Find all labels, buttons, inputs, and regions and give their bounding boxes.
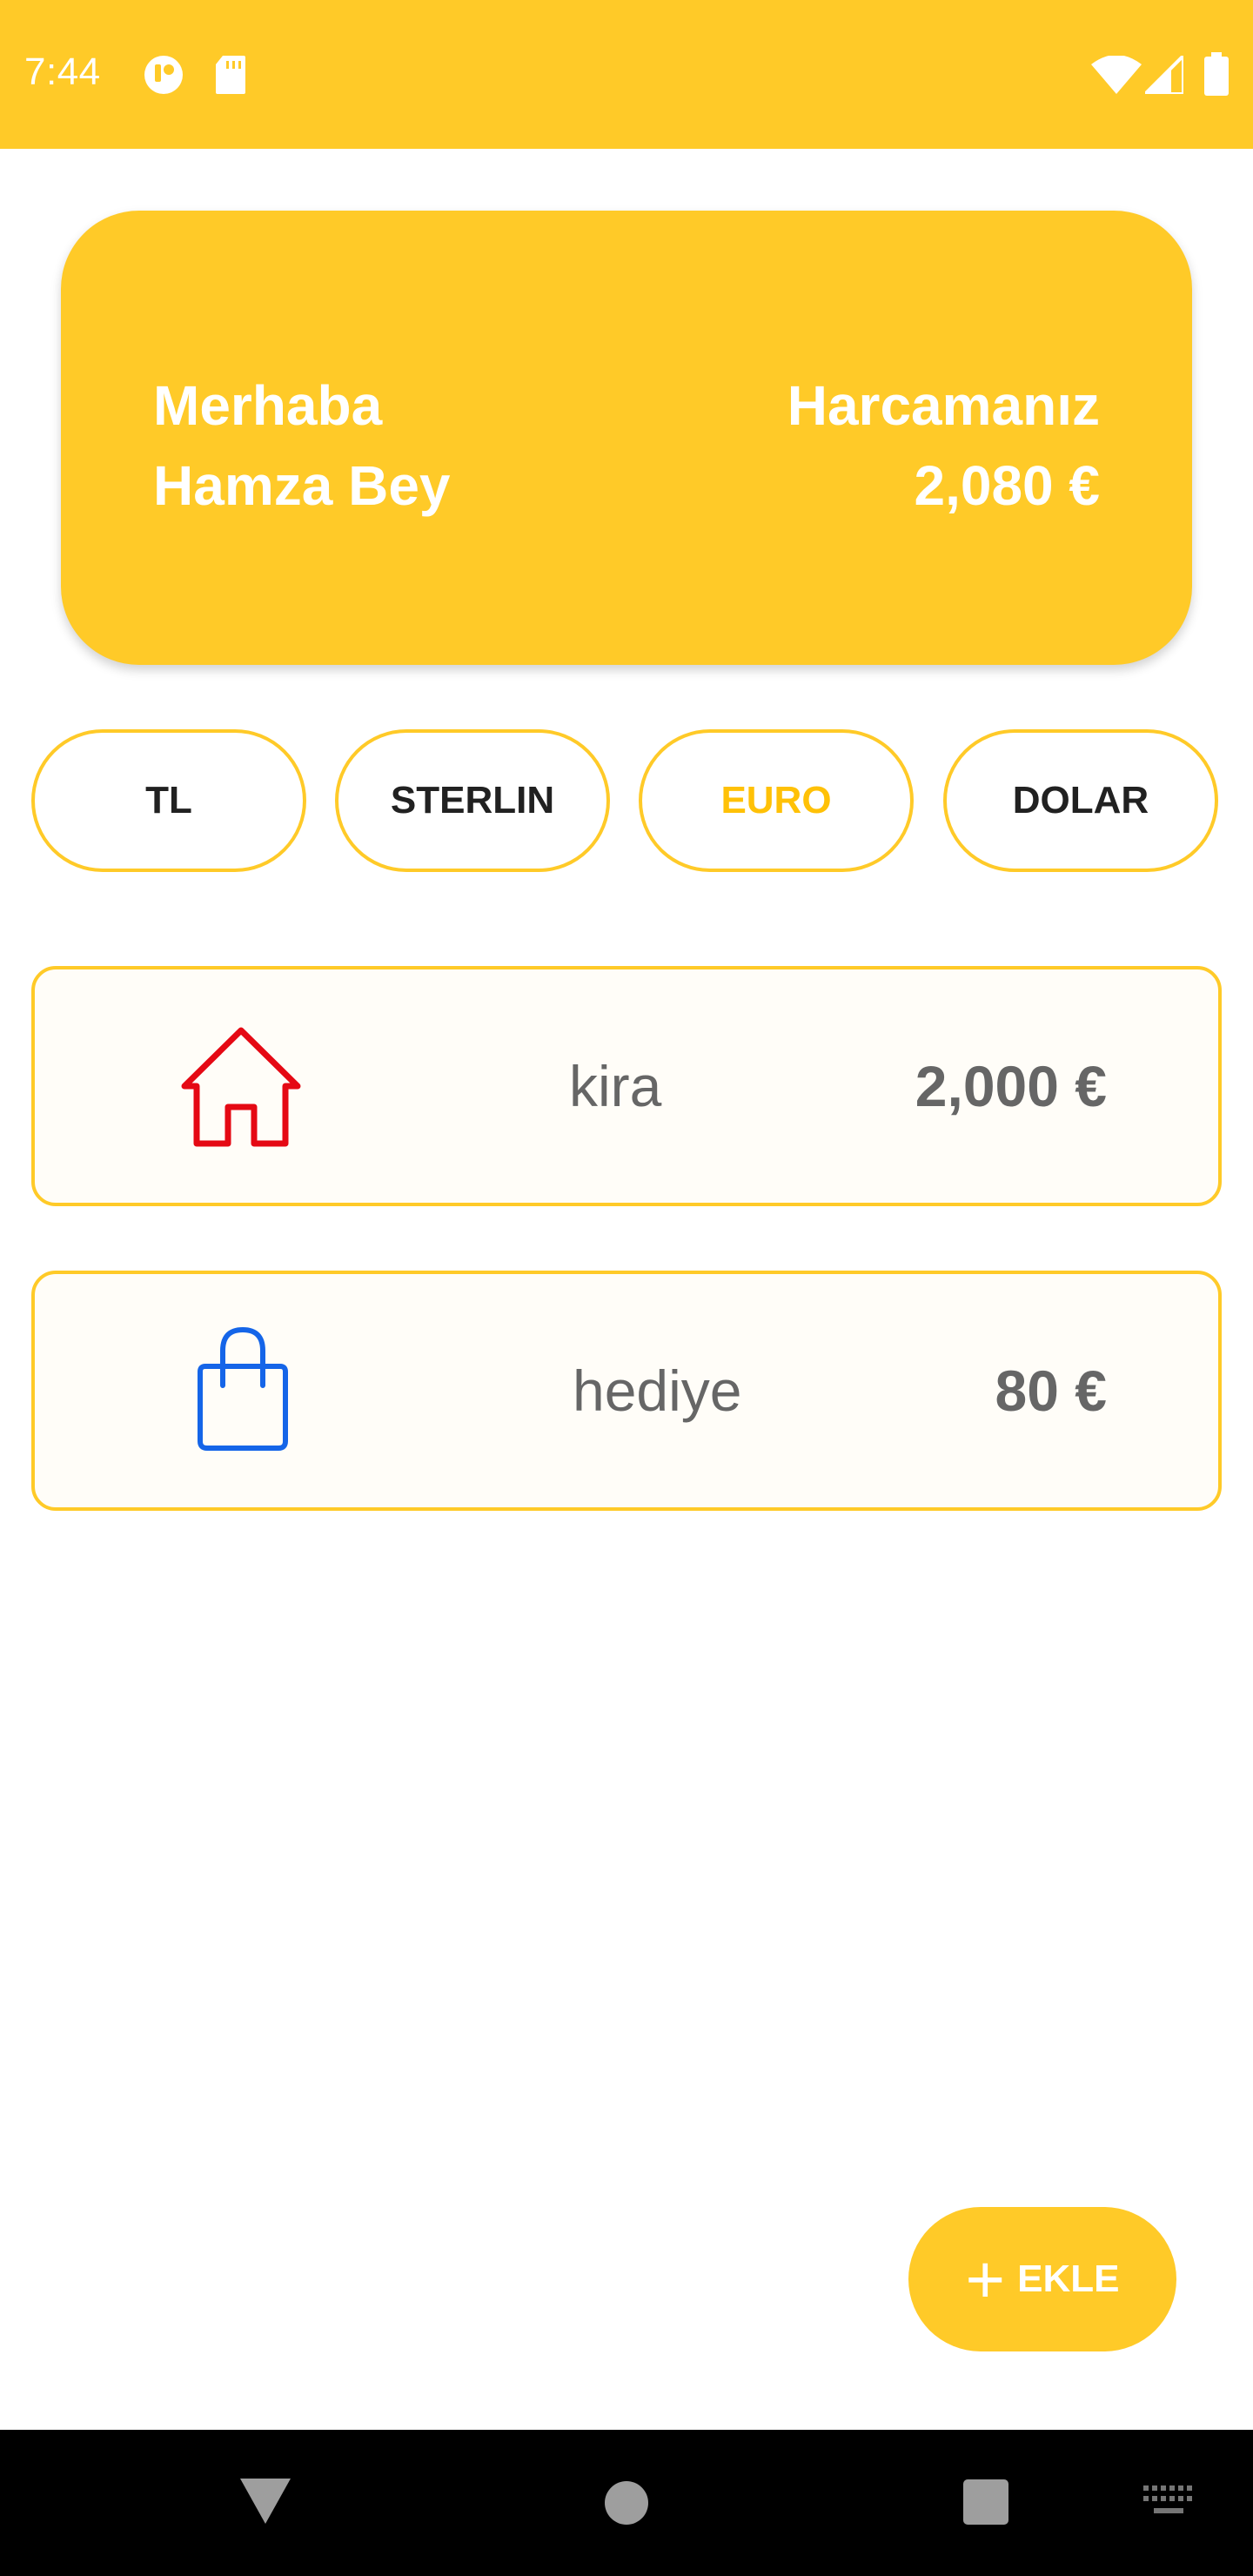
sync-icon — [144, 56, 183, 94]
house-icon — [181, 1027, 301, 1147]
summary-card: Merhaba Hamza Bey Harcamanız 2,080 € — [61, 211, 1192, 665]
sd-card-icon — [216, 56, 245, 94]
greeting: Merhaba Hamza Bey — [153, 366, 451, 526]
expense-amount: 80 € — [995, 1358, 1107, 1423]
currency-button-sterlin[interactable]: STERLIN — [335, 729, 610, 872]
navigation-bar — [0, 2430, 1253, 2576]
plus-icon: + — [965, 2241, 1006, 2318]
expense-name: hediye — [573, 1358, 742, 1423]
greeting-name: Hamza Bey — [153, 454, 451, 517]
currency-button-tl[interactable]: TL — [31, 729, 306, 872]
add-button-label: EKLE — [1017, 2257, 1120, 2300]
expense-amount: 2,000 € — [915, 1054, 1107, 1118]
keyboard-icon[interactable] — [1143, 2485, 1194, 2517]
status-bar: 7:44 — [0, 0, 1253, 149]
expense-name: kira — [569, 1054, 662, 1118]
home-icon[interactable] — [604, 2480, 649, 2526]
wifi-icon — [1091, 56, 1142, 94]
battery-icon — [1204, 52, 1229, 96]
spend-label: Harcamanız — [787, 374, 1100, 437]
spend-summary: Harcamanız 2,080 € — [787, 366, 1100, 526]
greeting-line1: Merhaba — [153, 374, 383, 437]
expense-row-kira[interactable]: kira 2,000 € — [31, 966, 1222, 1206]
currency-button-euro[interactable]: EURO — [639, 729, 914, 872]
add-expense-button[interactable]: + EKLE — [908, 2207, 1176, 2351]
currency-button-dolar[interactable]: DOLAR — [943, 729, 1218, 872]
signal-icon — [1145, 56, 1183, 94]
expense-row-hediye[interactable]: hediye 80 € — [31, 1271, 1222, 1511]
recents-icon[interactable] — [962, 2479, 1009, 2526]
spend-total: 2,080 € — [914, 454, 1100, 517]
shopping-bag-icon — [198, 1326, 288, 1451]
status-time: 7:44 — [24, 50, 101, 93]
back-icon[interactable] — [238, 2477, 292, 2526]
